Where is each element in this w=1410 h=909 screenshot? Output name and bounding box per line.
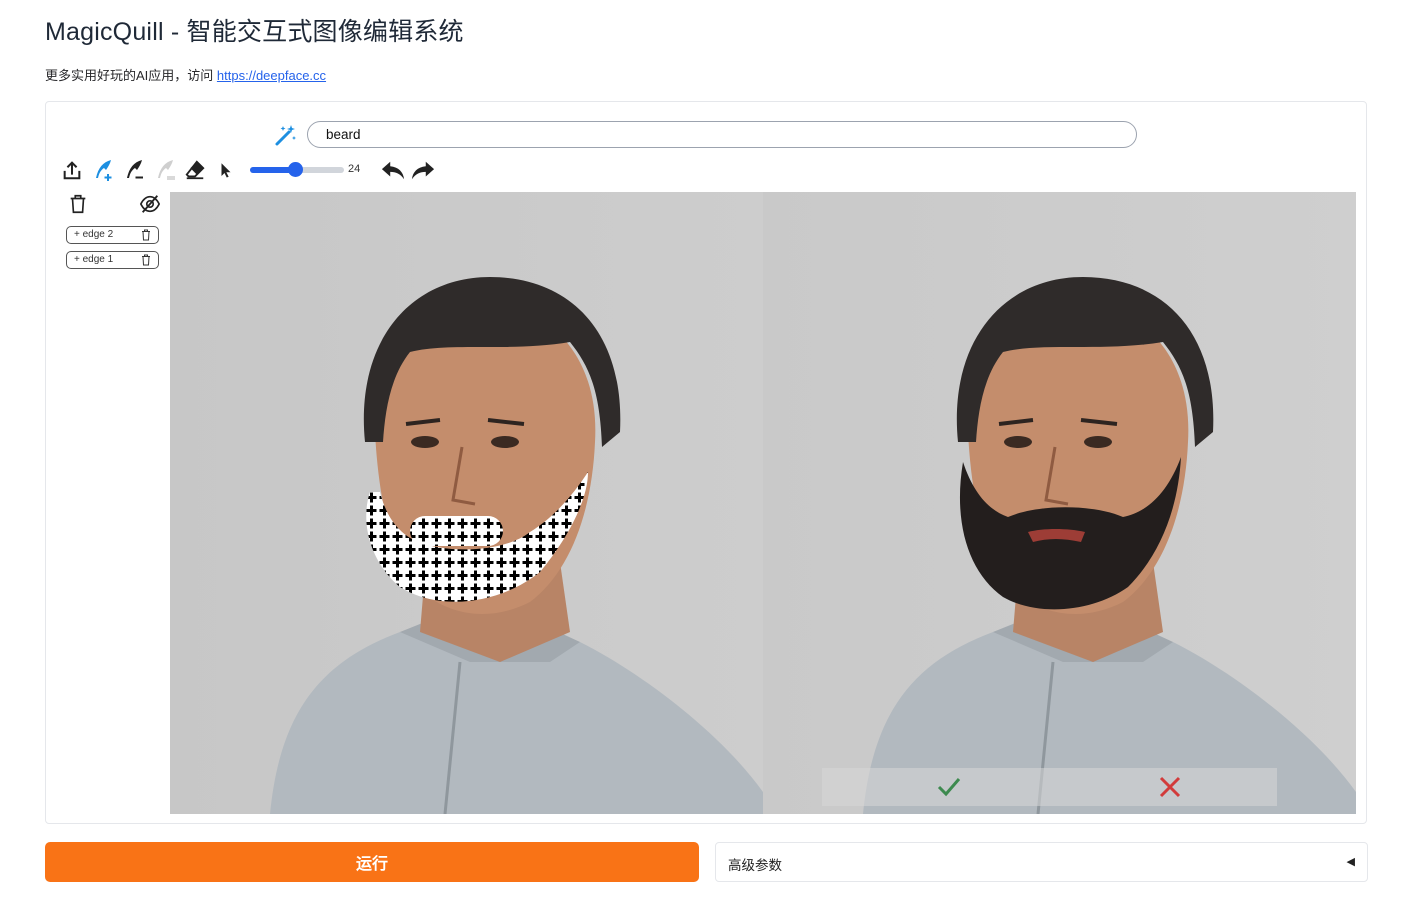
page-title: MagicQuill - 智能交互式图像编辑系统 (45, 18, 464, 46)
prompt-input[interactable] (307, 121, 1137, 148)
subtract-brush-button[interactable] (122, 158, 146, 182)
upload-icon (63, 161, 81, 180)
result-image-pane (763, 192, 1356, 814)
caret-left-icon: ◀ (1346, 856, 1355, 868)
subtitle: 更多实用好玩的AI应用，访问 https://deepface.cc (45, 65, 326, 84)
subtract-brush-icon (127, 160, 143, 179)
undo-button[interactable] (381, 158, 405, 182)
confirm-bar (822, 768, 1277, 806)
brush-size-value: 24 (348, 163, 361, 175)
run-button[interactable]: 运行 (45, 842, 699, 882)
delete-layer-icon[interactable] (141, 254, 151, 266)
undo-icon (381, 161, 405, 180)
layer-item[interactable]: + edge 2 (66, 226, 159, 244)
advanced-params-label: 高级参数 (728, 858, 782, 873)
redo-button[interactable] (411, 158, 435, 182)
layer-label: + edge 2 (74, 229, 114, 240)
portrait-result-image (863, 277, 1356, 814)
pointer-icon (221, 163, 231, 178)
brush-size-slider[interactable] (250, 162, 344, 177)
delete-layer-icon[interactable] (141, 229, 151, 241)
redo-icon (411, 161, 435, 180)
subtitle-text: 更多实用好玩的AI应用，访问 (45, 68, 214, 83)
deepface-link[interactable]: https://deepface.cc (217, 68, 326, 83)
magic-wand-icon[interactable] (274, 123, 298, 147)
portrait-original-image (270, 277, 763, 814)
upload-button[interactable] (60, 158, 84, 182)
original-image-pane (170, 192, 763, 814)
accept-icon[interactable] (936, 775, 962, 799)
add-brush-button[interactable] (91, 158, 115, 182)
trash-icon[interactable] (67, 193, 89, 215)
layer-item[interactable]: + edge 1 (66, 251, 159, 269)
hide-layers-icon[interactable] (139, 193, 161, 215)
color-brush-icon (158, 160, 175, 180)
layer-label: + edge 1 (74, 254, 114, 265)
color-brush-button[interactable] (153, 158, 177, 182)
image-canvas[interactable] (170, 192, 1356, 814)
eraser-button[interactable] (183, 158, 207, 182)
reject-icon[interactable] (1158, 775, 1182, 799)
advanced-params-accordion[interactable]: 高级参数 ◀ (715, 842, 1368, 882)
eraser-icon (185, 160, 205, 180)
add-brush-icon (96, 160, 112, 181)
pointer-button[interactable] (214, 158, 238, 182)
